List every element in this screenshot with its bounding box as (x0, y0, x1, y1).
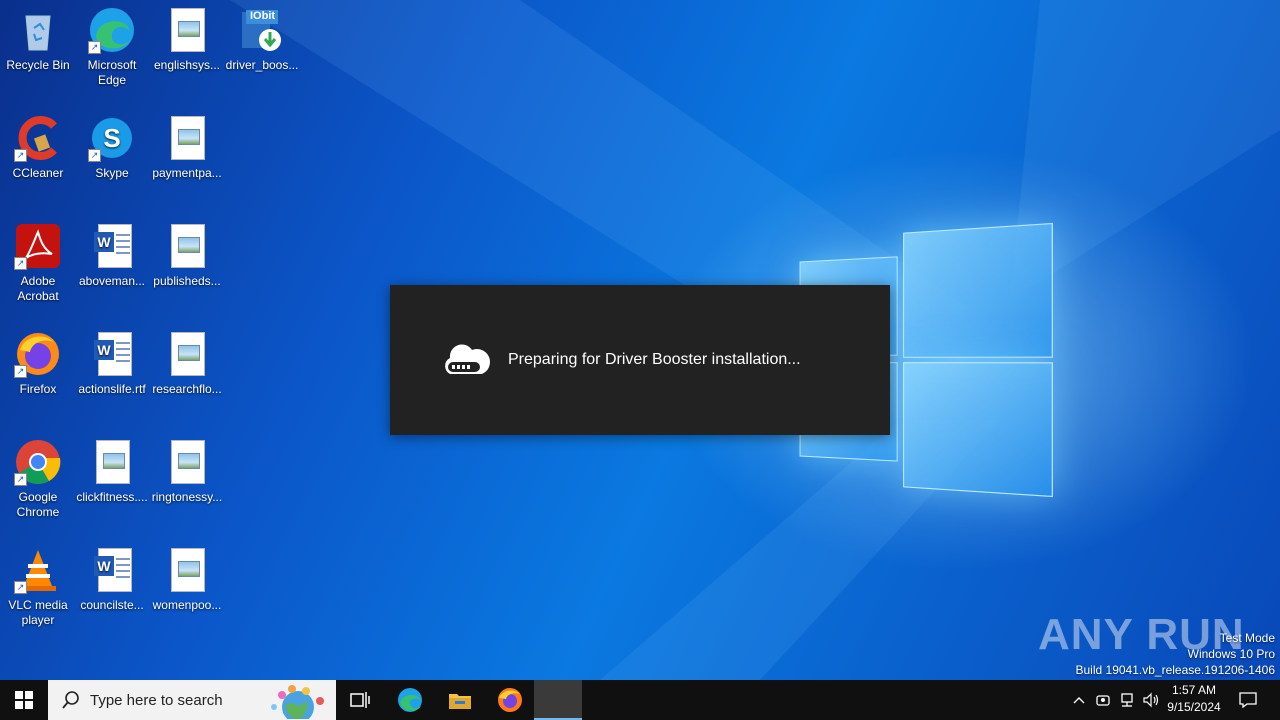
desktop-icon-label: ringtonessy... (151, 490, 223, 504)
search-icon (62, 691, 79, 709)
taskbar-edge-button[interactable] (386, 680, 434, 720)
desktop-icon-label: englishsys... (153, 58, 221, 72)
desktop-icon-label: councilste... (80, 598, 144, 612)
windows-start-icon (15, 691, 33, 709)
chevron-up-icon (1073, 697, 1085, 704)
volume-button[interactable] (1140, 680, 1162, 720)
svg-text:S: S (103, 123, 120, 153)
desktop-icon-researchflo[interactable]: researchflo... (149, 324, 225, 397)
word-doc-icon: W (88, 330, 136, 378)
word-doc-icon: W (88, 222, 136, 270)
desktop-icon-vlc[interactable]: ↗ VLC media player (0, 540, 76, 628)
show-hidden-icons-button[interactable] (1068, 680, 1090, 720)
image-file-icon (163, 114, 211, 162)
taskbar: Type here to search (0, 680, 1280, 720)
desktop-icon-actionslife[interactable]: W actionslife.rtf (74, 324, 150, 397)
taskbar-clock[interactable]: 1:57 AM 9/15/2024 (1162, 682, 1226, 716)
desktop-icon-councilste[interactable]: W councilste... (74, 540, 150, 613)
desktop-icon-ccleaner[interactable]: ↗ CCleaner (0, 108, 76, 181)
image-file-icon (163, 438, 211, 486)
file-explorer-icon (449, 694, 471, 709)
recycle-bin-icon (14, 6, 62, 54)
start-button[interactable] (0, 680, 48, 720)
image-file-icon (88, 438, 136, 486)
action-center-button[interactable] (1230, 680, 1266, 720)
desktop-icon-label: clickfitness.... (76, 490, 148, 504)
desktop-icon-label: Google Chrome (16, 490, 60, 519)
desktop-icon-label: aboveman... (78, 274, 146, 288)
word-doc-icon: W (88, 546, 136, 594)
taskbar-file-explorer-button[interactable] (436, 680, 484, 720)
search-highlight-icon (271, 685, 324, 719)
iobit-badge: IObit (250, 10, 276, 22)
iobit-installer-icon: IObit (238, 6, 286, 54)
desktop-icon-ringtonessy[interactable]: ringtonessy... (149, 432, 225, 505)
desktop-icon-label: Microsoft Edge (87, 58, 137, 87)
desktop-icon-firefox[interactable]: ↗ Firefox (0, 324, 76, 397)
desktop-icon-label: womenpoo... (152, 598, 222, 612)
taskbar-search-box[interactable]: Type here to search (48, 680, 336, 720)
task-view-button[interactable] (336, 680, 384, 720)
desktop-icon-label: researchflo... (152, 382, 222, 396)
network-icon (1121, 693, 1133, 707)
desktop-icon-publisheds[interactable]: publisheds... (149, 216, 225, 289)
desktop-icon-skype[interactable]: S ↗ Skype (74, 108, 150, 181)
search-placeholder: Type here to search (90, 691, 223, 709)
desktop-icon-recycle-bin[interactable]: Recycle Bin (0, 0, 76, 73)
desktop-icon-label: Skype (95, 166, 129, 180)
vlc-icon: ↗ (14, 546, 62, 594)
desktop-icon-adobe-acrobat[interactable]: ↗ Adobe Acrobat (0, 216, 76, 304)
firefox-icon (498, 688, 522, 712)
watermark-line-1: Test Mode (1219, 631, 1275, 645)
desktop-icon-womenpoo[interactable]: womenpoo... (149, 540, 225, 613)
desktop-icon-englishsys[interactable]: englishsys... (149, 0, 225, 73)
taskbar-firefox-button[interactable] (486, 680, 534, 720)
clock-time: 1:57 AM (1171, 683, 1217, 697)
desktop-icon-label: Recycle Bin (6, 58, 70, 72)
desktop-icon-label: Adobe Acrobat (17, 274, 59, 303)
desktop-icon-label: driver_boos... (225, 58, 299, 72)
chrome-icon: ↗ (14, 438, 62, 486)
skype-icon: S ↗ (88, 114, 136, 162)
ccleaner-icon: ↗ (14, 114, 62, 162)
acrobat-icon: ↗ (14, 222, 62, 270)
clock-date: 9/15/2024 (1167, 700, 1221, 714)
network-button[interactable] (1116, 680, 1138, 720)
desktop-icon-paymentpa[interactable]: paymentpa... (149, 108, 225, 181)
desktop-icon-label: Firefox (19, 382, 57, 396)
image-file-icon (163, 222, 211, 270)
desktop-icon-label: actionslife.rtf (78, 382, 146, 396)
desktop-icon-driver-booster[interactable]: IObit driver_boos... (224, 0, 300, 73)
image-file-icon (163, 330, 211, 378)
watermark-line-2: Windows 10 Pro (1187, 647, 1275, 661)
meet-now-button[interactable] (1092, 680, 1114, 720)
image-file-icon (163, 6, 211, 54)
cloud-progress-icon (445, 344, 490, 374)
desktop: Recycle Bin ↗ Microsoft Edge englishsys.… (0, 0, 1280, 680)
windows-watermark: Test Mode Windows 10 Pro Build 19041.vb_… (1076, 630, 1276, 678)
desktop-icon-microsoft-edge[interactable]: ↗ Microsoft Edge (74, 0, 150, 88)
meet-now-icon (1096, 695, 1110, 706)
installer-splash-dialog: Preparing for Driver Booster installatio… (390, 285, 890, 435)
firefox-icon: ↗ (14, 330, 62, 378)
notification-icon (1239, 692, 1257, 708)
edge-icon (398, 688, 422, 712)
volume-icon (1143, 692, 1159, 708)
desktop-icon-label: paymentpa... (152, 166, 222, 180)
desktop-icon-clickfitness[interactable]: clickfitness.... (74, 432, 150, 505)
desktop-icon-google-chrome[interactable]: ↗ Google Chrome (0, 432, 76, 520)
task-view-icon (350, 692, 370, 708)
edge-icon: ↗ (88, 6, 136, 54)
installer-status-text: Preparing for Driver Booster installatio… (508, 351, 801, 368)
desktop-icon-aboveman[interactable]: W aboveman... (74, 216, 150, 289)
desktop-icon-label: CCleaner (12, 166, 64, 180)
watermark-line-3: Build 19041.vb_release.191206-1406 (1075, 663, 1276, 677)
taskbar-active-installer-button[interactable] (534, 680, 582, 720)
desktop-icon-label: VLC media player (8, 598, 68, 627)
desktop-icon-label: publisheds... (153, 274, 221, 288)
image-file-icon (163, 546, 211, 594)
